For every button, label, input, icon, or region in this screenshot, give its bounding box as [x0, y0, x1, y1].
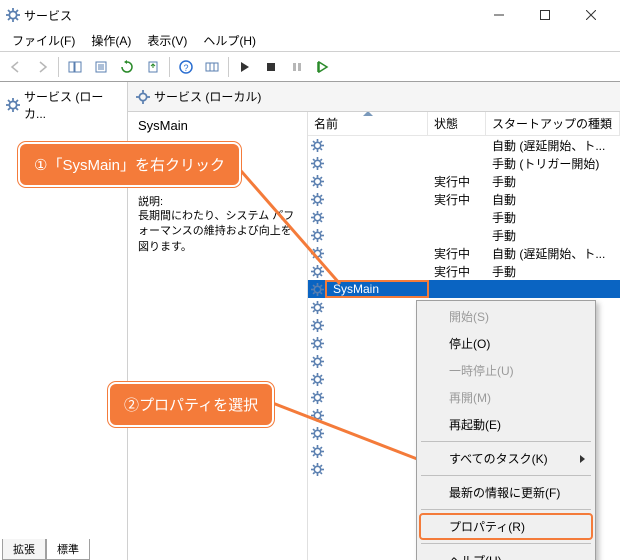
callout-1-text: ①「SysMain」を右クリック	[34, 157, 225, 174]
gear-icon	[308, 319, 326, 332]
pane-tabs: 拡張 標準	[0, 539, 90, 560]
selected-service-name: SysMain	[138, 118, 297, 133]
window-title: サービス	[24, 7, 72, 24]
column-name[interactable]: 名前	[308, 112, 428, 135]
callout-2-text: ②プロパティを選択	[124, 397, 258, 414]
menubar: ファイル(F) 操作(A) 表示(V) ヘルプ(H)	[0, 30, 620, 52]
stop-toolbar-button[interactable]	[259, 55, 283, 79]
table-row[interactable]: 実行中手動	[308, 172, 620, 190]
ctx-help[interactable]: ヘルプ(H)	[419, 547, 593, 560]
show-hide-tree-button[interactable]	[63, 55, 87, 79]
row-startup: 手動	[486, 263, 620, 280]
list-header: 名前 状態 スタートアップの種類	[308, 112, 620, 136]
gear-icon	[308, 337, 326, 350]
gear-icon	[136, 90, 150, 104]
close-button[interactable]	[568, 0, 614, 30]
ctx-refresh[interactable]: 最新の情報に更新(F)	[419, 479, 593, 506]
restart-toolbar-button[interactable]	[311, 55, 335, 79]
row-status: 実行中	[428, 245, 486, 262]
right-header: サービス (ローカル)	[128, 82, 620, 112]
services-list: 名前 状態 スタートアップの種類 自動 (遅延開始、ト...手動 (トリガー開始…	[308, 112, 620, 560]
toolbar: ?	[0, 52, 620, 82]
gear-icon	[308, 373, 326, 386]
row-startup: 手動	[486, 173, 620, 190]
gear-icon	[6, 98, 20, 112]
ctx-stop[interactable]: 停止(O)	[419, 330, 593, 357]
table-row[interactable]: 手動 (トリガー開始)	[308, 154, 620, 172]
forward-button[interactable]	[30, 55, 54, 79]
toolbar-separator	[169, 57, 170, 77]
row-startup: 自動 (遅延開始、ト...	[486, 245, 620, 262]
ctx-separator	[421, 543, 591, 544]
tree-root-label: サービス (ローカ...	[24, 88, 121, 122]
ctx-all-tasks-label: すべてのタスク(K)	[449, 452, 548, 466]
right-header-title: サービス (ローカル)	[154, 88, 261, 105]
menu-file[interactable]: ファイル(F)	[4, 30, 83, 51]
help-toolbar-button[interactable]: ?	[174, 55, 198, 79]
chevron-right-icon	[580, 455, 585, 463]
row-status: 実行中	[428, 173, 486, 190]
row-startup: 手動	[486, 209, 620, 226]
row-status: 実行中	[428, 263, 486, 280]
maximize-button[interactable]	[522, 0, 568, 30]
table-row[interactable]: 実行中自動	[308, 190, 620, 208]
tree-root[interactable]: サービス (ローカ...	[2, 86, 125, 124]
row-startup: 手動 (トリガー開始)	[486, 155, 620, 172]
play-button[interactable]	[233, 55, 257, 79]
ctx-pause[interactable]: 一時停止(U)	[419, 357, 593, 384]
column-status[interactable]: 状態	[428, 112, 486, 135]
table-row[interactable]: 実行中自動 (遅延開始、ト...	[308, 244, 620, 262]
export-button[interactable]	[141, 55, 165, 79]
row-startup: 自動 (遅延開始、ト...	[486, 137, 620, 154]
titlebar: サービス	[0, 0, 620, 30]
table-row[interactable]: 実行中手動	[308, 262, 620, 280]
gear-icon	[308, 139, 326, 152]
ctx-separator	[421, 475, 591, 476]
row-startup: 自動	[486, 191, 620, 208]
callout-2: ②プロパティを選択	[108, 382, 274, 427]
toolbar-separator	[228, 57, 229, 77]
menu-help[interactable]: ヘルプ(H)	[195, 30, 264, 51]
table-row[interactable]: 自動 (遅延開始、ト...	[308, 136, 620, 154]
back-button[interactable]	[4, 55, 28, 79]
ctx-resume[interactable]: 再開(M)	[419, 384, 593, 411]
svg-text:?: ?	[183, 63, 188, 73]
column-startup[interactable]: スタートアップの種類	[486, 112, 620, 135]
ctx-properties[interactable]: プロパティ(R)	[419, 513, 593, 540]
column-chooser-button[interactable]	[200, 55, 224, 79]
table-row[interactable]: 手動	[308, 226, 620, 244]
tab-standard[interactable]: 標準	[46, 539, 90, 560]
table-row[interactable]: 手動	[308, 208, 620, 226]
gear-icon	[308, 301, 326, 314]
row-status: 実行中	[428, 191, 486, 208]
ctx-separator	[421, 509, 591, 510]
callout-1: ①「SysMain」を右クリック	[18, 142, 241, 187]
ctx-all-tasks[interactable]: すべてのタスク(K)	[419, 445, 593, 472]
menu-view[interactable]: 表示(V)	[139, 30, 195, 51]
menu-action[interactable]: 操作(A)	[83, 30, 139, 51]
gear-icon	[308, 355, 326, 368]
pause-toolbar-button[interactable]	[285, 55, 309, 79]
refresh-button[interactable]	[115, 55, 139, 79]
row-startup: 手動	[486, 227, 620, 244]
ctx-start[interactable]: 開始(S)	[419, 303, 593, 330]
table-row[interactable]: SysMain	[308, 280, 620, 298]
context-menu: 開始(S) 停止(O) 一時停止(U) 再開(M) 再起動(E) すべてのタスク…	[416, 300, 596, 560]
callout-2-arrow	[270, 402, 440, 472]
ctx-separator	[421, 441, 591, 442]
properties-toolbar-button[interactable]	[89, 55, 113, 79]
toolbar-separator	[58, 57, 59, 77]
tab-extended[interactable]: 拡張	[2, 539, 46, 560]
ctx-restart[interactable]: 再起動(E)	[419, 411, 593, 438]
app-icon	[6, 8, 20, 22]
minimize-button[interactable]	[476, 0, 522, 30]
